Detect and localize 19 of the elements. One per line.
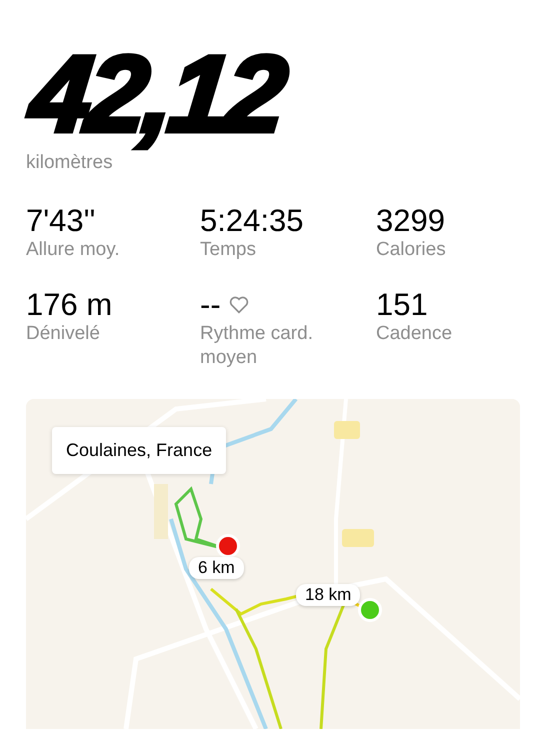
stat-value: 151 xyxy=(376,288,428,322)
stat-value: 5:24:35 xyxy=(200,204,304,238)
distance-value: 42,12 xyxy=(26,40,290,148)
stat-label: Dénivelé xyxy=(26,322,101,346)
stat-label: Temps xyxy=(200,238,257,262)
stat-value: 176 m xyxy=(26,288,112,322)
distance-marker: 18 km xyxy=(296,584,360,606)
stat-label: Calories xyxy=(376,238,447,262)
route-map[interactable]: Coulaines, France 6 km 18 km xyxy=(26,399,520,730)
distance-unit: kilomètres xyxy=(26,152,113,174)
stat-value: -- xyxy=(200,288,221,322)
distance-marker: 6 km xyxy=(189,557,244,580)
heart-icon xyxy=(228,296,249,314)
stat-value: 3299 xyxy=(376,204,445,238)
stat-value: 7'43'' xyxy=(26,204,96,238)
stat-label: Rythme card. moyen xyxy=(200,322,314,370)
stat-label: Allure moy. xyxy=(26,238,121,262)
location-callout: Coulaines, France xyxy=(52,427,226,474)
stat-label: Cadence xyxy=(376,322,454,346)
